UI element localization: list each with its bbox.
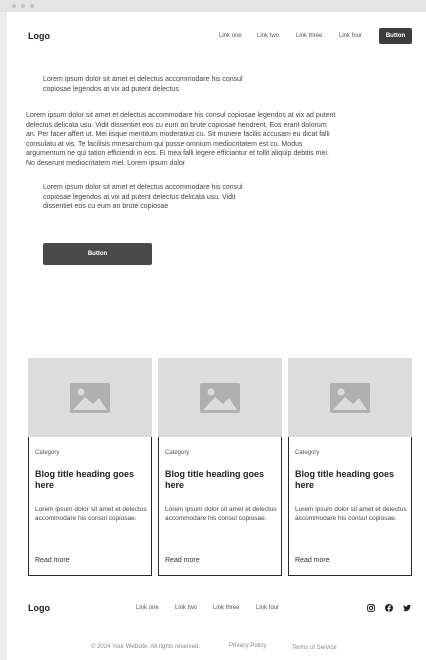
card-excerpt: Lorem ipsum dolor sit amet et delectus a… <box>165 506 277 522</box>
footer-link-three[interactable]: Link three <box>213 605 239 611</box>
nav-link-one[interactable]: Link one <box>219 33 242 39</box>
header-button[interactable]: Button <box>379 28 412 44</box>
terms-of-service-link[interactable]: Terms of Service <box>292 645 337 651</box>
card-category: Category <box>165 450 190 456</box>
window-dot <box>12 4 16 8</box>
footer-link-one[interactable]: Link one <box>136 605 159 611</box>
twitter-icon[interactable] <box>403 604 411 612</box>
footer-link-four[interactable]: Link four <box>256 605 279 611</box>
card-image <box>288 358 412 437</box>
footer-logo[interactable]: Logo <box>28 603 50 613</box>
nav-link-two[interactable]: Link two <box>257 33 279 39</box>
card-category: Category <box>295 450 320 456</box>
window-dot <box>21 4 25 8</box>
image-placeholder-icon <box>70 382 110 413</box>
copyright-text: © 2024 Your Website. All rights reserved… <box>91 644 201 650</box>
intro-paragraph: Lorem ipsum dolor sit amet et delectus a… <box>43 76 243 93</box>
secondary-paragraph: Lorem ipsum dolor sit amet et delectus a… <box>43 184 243 210</box>
card-category: Category <box>35 450 60 456</box>
read-more-link[interactable]: Read more <box>165 557 200 564</box>
privacy-policy-link[interactable]: Privacy Policy <box>229 643 266 649</box>
blog-card[interactable]: Category Blog title heading goes here Lo… <box>288 358 412 576</box>
side-gutter <box>0 12 7 660</box>
instagram-icon[interactable] <box>367 604 375 612</box>
hero-button[interactable]: Button <box>43 243 152 265</box>
header-logo[interactable]: Logo <box>28 31 50 41</box>
facebook-icon[interactable] <box>385 604 393 612</box>
body-paragraph: Lorem ipsum dolor sit amet et delectus a… <box>26 112 336 167</box>
card-title[interactable]: Blog title heading goes here <box>35 469 147 491</box>
window-dot <box>30 4 34 8</box>
card-title[interactable]: Blog title heading goes here <box>165 469 277 491</box>
blog-card[interactable]: Category Blog title heading goes here Lo… <box>158 358 282 576</box>
card-excerpt: Lorem ipsum dolor sit amet et delectus a… <box>35 506 147 522</box>
nav-link-four[interactable]: Link four <box>339 33 362 39</box>
card-excerpt: Lorem ipsum dolor sit amet et delectus a… <box>295 506 407 522</box>
nav-link-three[interactable]: Link three <box>296 33 322 39</box>
image-placeholder-icon <box>200 382 240 413</box>
footer-link-two[interactable]: Link two <box>175 605 197 611</box>
read-more-link[interactable]: Read more <box>295 557 330 564</box>
blog-card[interactable]: Category Blog title heading goes here Lo… <box>28 358 152 576</box>
read-more-link[interactable]: Read more <box>35 557 70 564</box>
image-placeholder-icon <box>330 382 370 413</box>
window-chrome <box>0 0 426 12</box>
card-title[interactable]: Blog title heading goes here <box>295 469 407 491</box>
card-image <box>158 358 282 437</box>
card-image <box>28 358 152 437</box>
